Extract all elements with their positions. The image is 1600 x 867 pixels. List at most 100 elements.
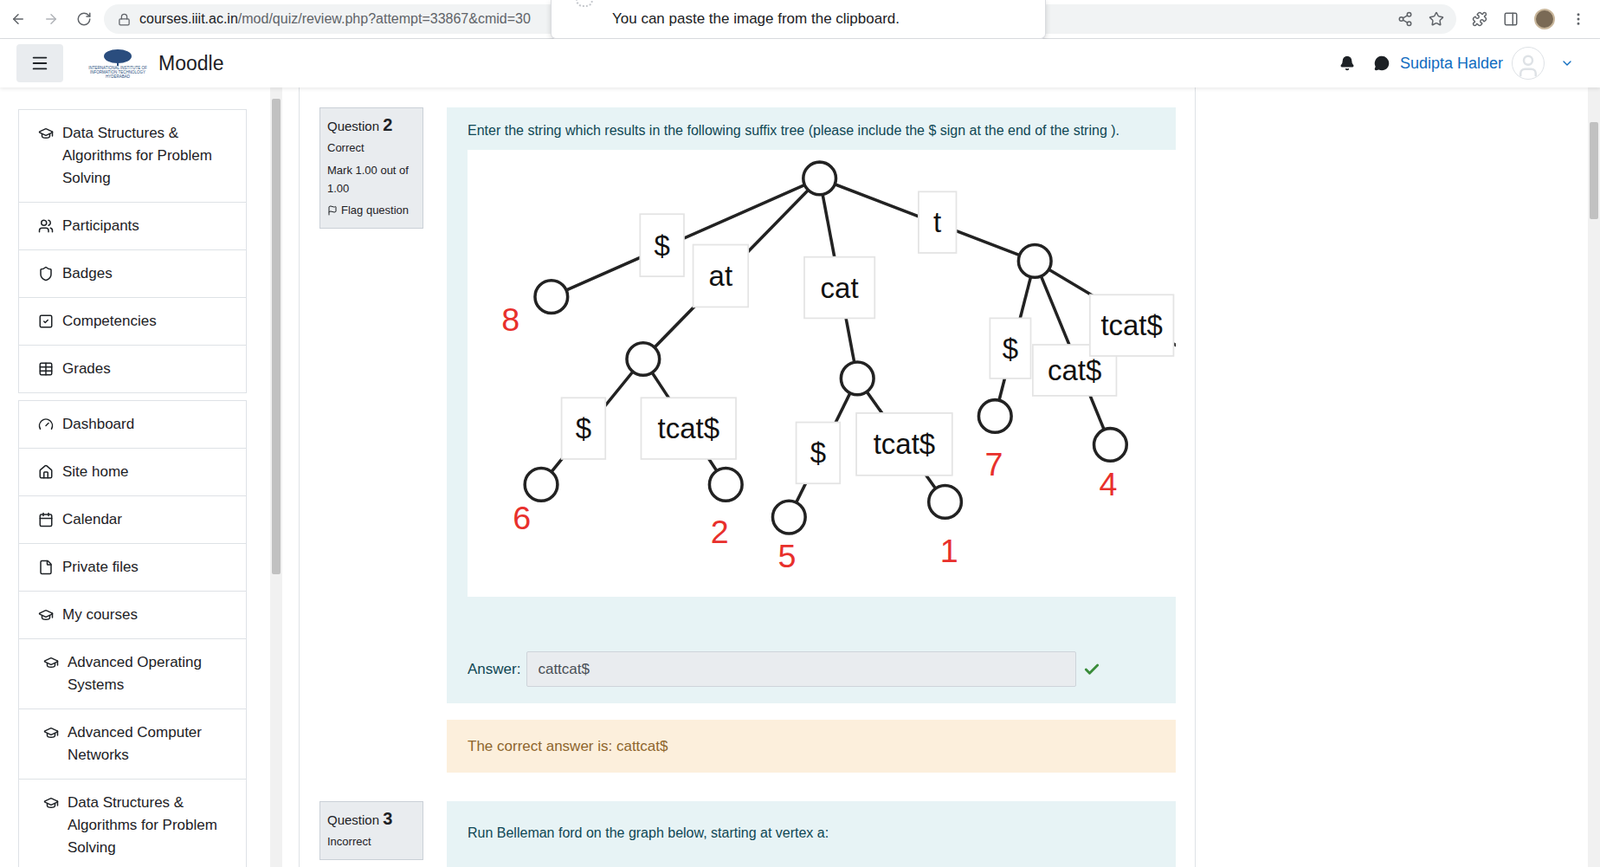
svg-text:1: 1 (940, 532, 959, 569)
browser-toolbar: courses.iiit.ac.in/mod/quiz/review.php?a… (0, 0, 1600, 39)
forward-icon[interactable] (43, 11, 59, 27)
edge-label: cat (804, 257, 875, 319)
edge-label: $ (639, 213, 684, 277)
nav-group: DashboardSite homeCalendarPrivate filesM… (18, 400, 247, 867)
moodle-navbar: INTERNATIONAL INSTITUTE OFINFORMATION TE… (0, 38, 1600, 88)
side-panel-icon[interactable] (1503, 11, 1519, 27)
question-formulation: Enter the string which results in the fo… (446, 107, 1176, 704)
question-mark: Mark 1.00 out of 1.00 (327, 161, 416, 198)
caret-down-icon[interactable] (1560, 56, 1575, 71)
main-region: Question 2CorrectMark 1.00 out of 1.00Fl… (298, 87, 1196, 867)
nav-item[interactable]: Data Structures & Algorithms for Problem… (19, 778, 246, 867)
menu-icon[interactable] (1570, 11, 1587, 27)
popup-icon (575, 0, 594, 7)
profile-avatar-icon[interactable] (1534, 8, 1555, 30)
clipboard-popup: You can paste the image from the clipboa… (550, 0, 1046, 39)
tree-edge (551, 178, 820, 297)
nav-item[interactable]: Data Structures & Algorithms for Problem… (19, 109, 246, 202)
nav-item[interactable]: Advanced Operating Systems (19, 638, 246, 709)
svg-text:5: 5 (777, 537, 796, 575)
svg-text:tcat$: tcat$ (873, 427, 936, 460)
svg-text:$: $ (1002, 332, 1019, 365)
nav-item[interactable]: Calendar (19, 495, 246, 543)
hamburger-icon (30, 53, 50, 73)
page-body: Data Structures & Algorithms for Problem… (0, 87, 1600, 867)
correct-check-icon (1083, 660, 1101, 678)
svg-text:6: 6 (512, 499, 531, 536)
question-formulation: Run Belleman ford on the graph below, st… (446, 800, 1176, 867)
tree-edge (819, 178, 1036, 261)
participants-icon (38, 218, 54, 234)
svg-text:2: 2 (710, 513, 730, 550)
nav-item[interactable]: Dashboard (19, 400, 246, 448)
tree-leaf: 1 (929, 485, 962, 569)
courses-icon (38, 606, 54, 623)
nav-item[interactable]: Badges (19, 249, 246, 297)
svg-text:cat: cat (820, 271, 859, 304)
svg-text:$: $ (810, 436, 826, 469)
flag-question-button[interactable]: Flag question (327, 201, 416, 220)
lock-icon (117, 12, 131, 26)
badge-icon (38, 265, 54, 282)
edge-label: $ (989, 317, 1031, 379)
nav-drawer: Data Structures & Algorithms for Problem… (0, 87, 271, 867)
svg-text:tcat$: tcat$ (658, 412, 720, 445)
user-name[interactable]: Sudipta Halder (1400, 51, 1504, 76)
course-icon (43, 654, 59, 671)
nav-item[interactable]: Private files (19, 542, 246, 591)
nav-item[interactable]: Grades (19, 344, 246, 393)
calendar-icon (38, 511, 54, 528)
nav-item[interactable]: My courses (19, 590, 246, 639)
tree-leaf: 4 (1094, 428, 1128, 504)
site-logo[interactable]: INTERNATIONAL INSTITUTE OFINFORMATION TE… (83, 48, 152, 79)
answer-field[interactable]: cattcat$ (526, 651, 1077, 687)
nav-item[interactable]: Competencies (19, 296, 246, 345)
question-feedback: The correct answer is: cattcat$ (446, 719, 1176, 773)
course-icon (43, 794, 59, 811)
grades-icon (38, 361, 54, 377)
tree-node (1018, 245, 1052, 278)
reload-icon[interactable] (76, 11, 92, 27)
drawer-scrollbar[interactable] (270, 87, 283, 867)
bell-icon[interactable] (1339, 55, 1355, 71)
bookmark-icon[interactable] (1428, 11, 1445, 27)
nav-item[interactable]: Participants (19, 201, 246, 250)
competencies-icon (38, 313, 54, 330)
dashboard-icon (38, 416, 54, 433)
svg-text:7: 7 (985, 445, 1004, 483)
svg-text:t: t (933, 206, 942, 239)
tree-leaf: 5 (772, 500, 806, 575)
edge-label: $ (561, 397, 607, 459)
page-scrollbar[interactable] (1587, 87, 1600, 867)
tree-logo-icon (102, 48, 134, 66)
question-text: Run Belleman ford on the graph below, st… (467, 821, 1176, 845)
tree-leaf: 6 (512, 468, 558, 537)
tree-leaf: 8 (501, 280, 568, 338)
chat-icon[interactable] (1374, 55, 1390, 71)
back-icon[interactable] (10, 11, 26, 27)
suffix-tree-diagram: $atcatt$tcat$$tcat$$cat$tcat$8625174 (467, 149, 1176, 597)
drawer-toggle-button[interactable] (16, 44, 64, 83)
home-icon (38, 464, 54, 480)
question-status: Correct (327, 139, 416, 157)
extensions-icon[interactable] (1471, 11, 1488, 27)
nav-item[interactable]: Site home (19, 447, 246, 496)
question-info: Question 2CorrectMark 1.00 out of 1.00Fl… (319, 107, 424, 229)
user-avatar-icon[interactable] (1511, 46, 1545, 80)
question-status: Incorrect (327, 832, 416, 851)
course-icon (38, 125, 54, 142)
edge-label: tcat$ (856, 412, 953, 476)
question: Question 3IncorrectRun Belleman ford on … (319, 800, 1195, 867)
tree-edge (788, 378, 858, 517)
tree-node (840, 361, 874, 395)
svg-text:$: $ (653, 229, 670, 262)
site-name[interactable]: Moodle (158, 48, 224, 79)
file-icon (38, 559, 54, 575)
share-icon[interactable] (1397, 11, 1413, 27)
tree-leaf: 7 (978, 400, 1012, 483)
svg-text:8: 8 (501, 301, 520, 338)
flag-icon (327, 205, 338, 216)
nav-item[interactable]: Advanced Computer Networks (19, 708, 246, 779)
nav-group: Data Structures & Algorithms for Problem… (18, 109, 247, 394)
question: Question 2CorrectMark 1.00 out of 1.00Fl… (319, 107, 1195, 773)
